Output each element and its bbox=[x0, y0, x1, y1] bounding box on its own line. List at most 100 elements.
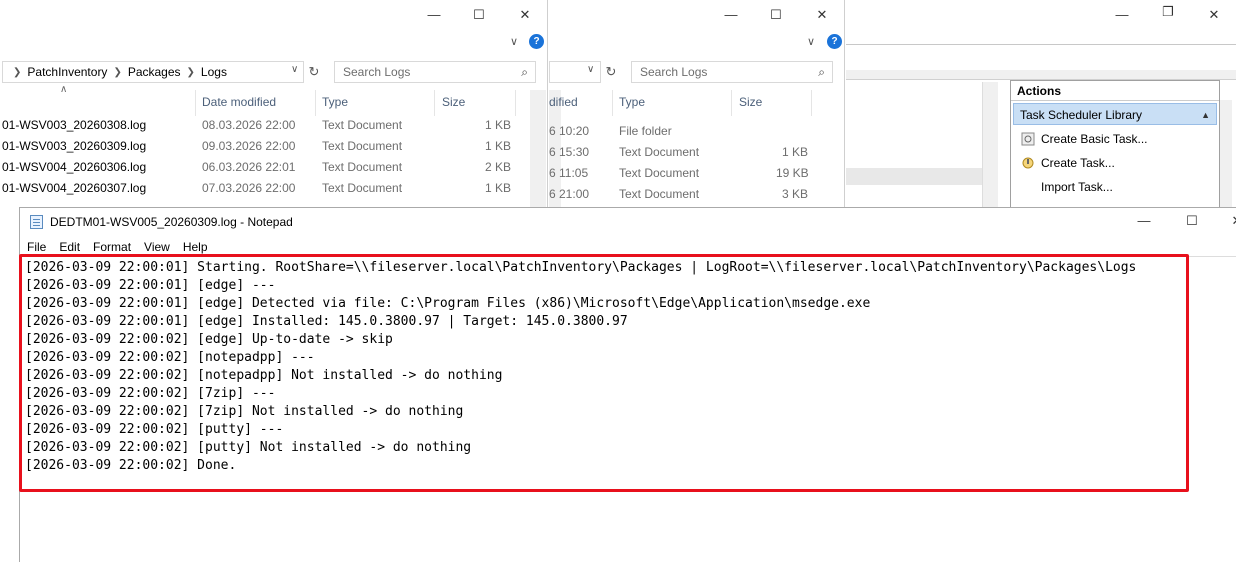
column-header-type[interactable]: Type bbox=[322, 95, 348, 109]
search-input[interactable]: Search Logs ⌕ bbox=[334, 61, 536, 83]
column-header-size[interactable]: Size bbox=[739, 95, 762, 109]
file-type: File folder bbox=[619, 124, 672, 138]
file-name: 01-WSV003_20260309.log bbox=[2, 139, 147, 153]
file-row[interactable]: 6 10:20 File folder bbox=[549, 121, 844, 142]
search-input[interactable]: Search Logs ⌕ bbox=[631, 61, 833, 83]
chevron-right-icon: ❯ bbox=[113, 66, 122, 78]
file-row[interactable]: 6 15:30 Text Document 1 KB bbox=[549, 142, 844, 163]
library-label: Task Scheduler Library bbox=[1020, 108, 1143, 122]
help-icon[interactable]: ? bbox=[529, 34, 544, 49]
explorer-window-1: — ☐ ✕ ∨ ? ❯ PatchInventory ❯ Packages ❯ … bbox=[0, 0, 548, 210]
file-row[interactable]: 01-WSV003_20260308.log 08.03.2026 22:00 … bbox=[0, 115, 547, 136]
task-scheduler-window: — ❐ ✕ Actions Task Scheduler Library ▲ C… bbox=[846, 0, 1236, 210]
file-size: 1 KB bbox=[485, 139, 512, 153]
file-row[interactable]: 01-WSV004_20260306.log 06.03.2026 22:01 … bbox=[0, 157, 547, 178]
minimize-icon[interactable]: — bbox=[420, 4, 448, 26]
chevron-down-icon[interactable]: ∨ bbox=[510, 35, 518, 48]
file-type: Text Document bbox=[322, 118, 403, 132]
maximize-icon[interactable]: ☐ bbox=[1178, 210, 1206, 232]
file-date: 6 11:05 bbox=[549, 166, 589, 180]
search-icon: ⌕ bbox=[818, 65, 825, 79]
highlight-box bbox=[19, 254, 1189, 492]
actions-header: Actions bbox=[1011, 81, 1219, 101]
file-size: 1 KB bbox=[782, 145, 809, 159]
chevron-right-icon: ❯ bbox=[13, 66, 22, 78]
window-title: DEDTM01-WSV005_20260309.log - Notepad bbox=[50, 215, 293, 229]
notepad-icon bbox=[30, 215, 43, 229]
minimize-icon[interactable]: — bbox=[1130, 210, 1158, 232]
file-size: 1 KB bbox=[485, 181, 512, 195]
wizard-icon bbox=[1021, 132, 1035, 146]
scrollbar[interactable] bbox=[1220, 100, 1232, 210]
library-section[interactable]: Task Scheduler Library ▲ bbox=[1013, 103, 1217, 125]
file-row[interactable]: 01-WSV003_20260309.log 09.03.2026 22:00 … bbox=[0, 136, 547, 157]
file-type: Text Document bbox=[322, 139, 403, 153]
breadcrumb-item[interactable]: PatchInventory bbox=[27, 65, 107, 79]
file-type: Text Document bbox=[619, 145, 700, 159]
address-bar[interactable]: ❯ PatchInventory ❯ Packages ❯ Logs bbox=[2, 61, 304, 83]
file-row[interactable]: 6 21:00 Text Document 3 KB bbox=[549, 184, 844, 205]
file-date: 07.03.2026 22:00 bbox=[202, 181, 296, 195]
file-row[interactable]: 6 11:05 Text Document 19 KB bbox=[549, 163, 844, 184]
minimize-icon[interactable]: — bbox=[717, 4, 745, 26]
refresh-icon[interactable]: ↻ bbox=[304, 61, 324, 83]
column-header-date[interactable]: Date modified bbox=[202, 95, 276, 109]
action-create-task[interactable]: Create Task... bbox=[1011, 151, 1219, 175]
scrollbar[interactable] bbox=[530, 90, 546, 210]
file-type: Text Document bbox=[619, 166, 700, 180]
file-type: Text Document bbox=[322, 160, 403, 174]
minimize-icon[interactable]: — bbox=[1108, 4, 1136, 26]
explorer-window-2: — ☐ ✕ ∨ ? ∨ ↻ Search Logs ⌕ dified Type … bbox=[549, 0, 845, 210]
close-icon[interactable]: ✕ bbox=[808, 4, 836, 26]
file-size: 19 KB bbox=[776, 166, 809, 180]
file-type: Text Document bbox=[322, 181, 403, 195]
breadcrumb-item[interactable]: Packages bbox=[128, 65, 181, 79]
file-size: 3 KB bbox=[782, 187, 809, 201]
column-header-date[interactable]: dified bbox=[549, 95, 578, 109]
close-icon[interactable]: ✕ bbox=[1223, 210, 1236, 232]
file-date: 09.03.2026 22:00 bbox=[202, 139, 296, 153]
scrollbar[interactable] bbox=[982, 82, 998, 210]
search-icon: ⌕ bbox=[521, 65, 528, 79]
address-dropdown-icon[interactable]: ∨ bbox=[291, 64, 298, 75]
actions-pane: Actions Task Scheduler Library ▲ Create … bbox=[1010, 80, 1220, 210]
action-create-basic-task[interactable]: Create Basic Task... bbox=[1011, 127, 1219, 151]
file-name: 01-WSV004_20260306.log bbox=[2, 160, 147, 174]
search-placeholder: Search Logs bbox=[640, 65, 708, 79]
action-label: Create Basic Task... bbox=[1041, 132, 1148, 146]
chevron-right-icon: ❯ bbox=[186, 66, 195, 78]
help-icon[interactable]: ? bbox=[827, 34, 842, 49]
column-header-type[interactable]: Type bbox=[619, 95, 645, 109]
title-bar[interactable]: DEDTM01-WSV005_20260309.log - Notepad — … bbox=[20, 208, 1236, 236]
breadcrumb-item[interactable]: Logs bbox=[201, 65, 227, 79]
file-date: 6 10:20 bbox=[549, 124, 590, 138]
file-date: 6 21:00 bbox=[549, 187, 590, 201]
restore-icon[interactable]: ❐ bbox=[1154, 1, 1182, 23]
sort-up-icon: ∧ bbox=[60, 84, 68, 95]
file-size: 2 KB bbox=[485, 160, 512, 174]
file-date: 6 15:30 bbox=[549, 145, 590, 159]
file-name: 01-WSV004_20260307.log bbox=[2, 181, 147, 195]
task-icon bbox=[1022, 157, 1034, 169]
file-type: Text Document bbox=[619, 187, 700, 201]
background-window-edge bbox=[0, 207, 19, 562]
maximize-icon[interactable]: ☐ bbox=[465, 4, 493, 26]
close-icon[interactable]: ✕ bbox=[511, 4, 539, 26]
action-label: Import Task... bbox=[1041, 180, 1113, 194]
address-dropdown-icon[interactable]: ∨ bbox=[587, 64, 594, 75]
action-label: Create Task... bbox=[1041, 156, 1115, 170]
file-name: 01-WSV003_20260308.log bbox=[2, 118, 147, 132]
file-date: 06.03.2026 22:01 bbox=[202, 160, 296, 174]
close-icon[interactable]: ✕ bbox=[1200, 4, 1228, 26]
file-size: 1 KB bbox=[485, 118, 512, 132]
file-date: 08.03.2026 22:00 bbox=[202, 118, 296, 132]
selected-row[interactable] bbox=[846, 168, 982, 185]
maximize-icon[interactable]: ☐ bbox=[762, 4, 790, 26]
chevron-down-icon[interactable]: ∨ bbox=[807, 35, 815, 48]
search-placeholder: Search Logs bbox=[343, 65, 411, 79]
refresh-icon[interactable]: ↻ bbox=[601, 61, 621, 83]
column-header-size[interactable]: Size bbox=[442, 95, 465, 109]
file-row[interactable]: 01-WSV004_20260307.log 07.03.2026 22:00 … bbox=[0, 178, 547, 199]
action-import-task[interactable]: Import Task... bbox=[1011, 175, 1219, 199]
collapse-icon[interactable]: ▲ bbox=[1201, 104, 1210, 126]
